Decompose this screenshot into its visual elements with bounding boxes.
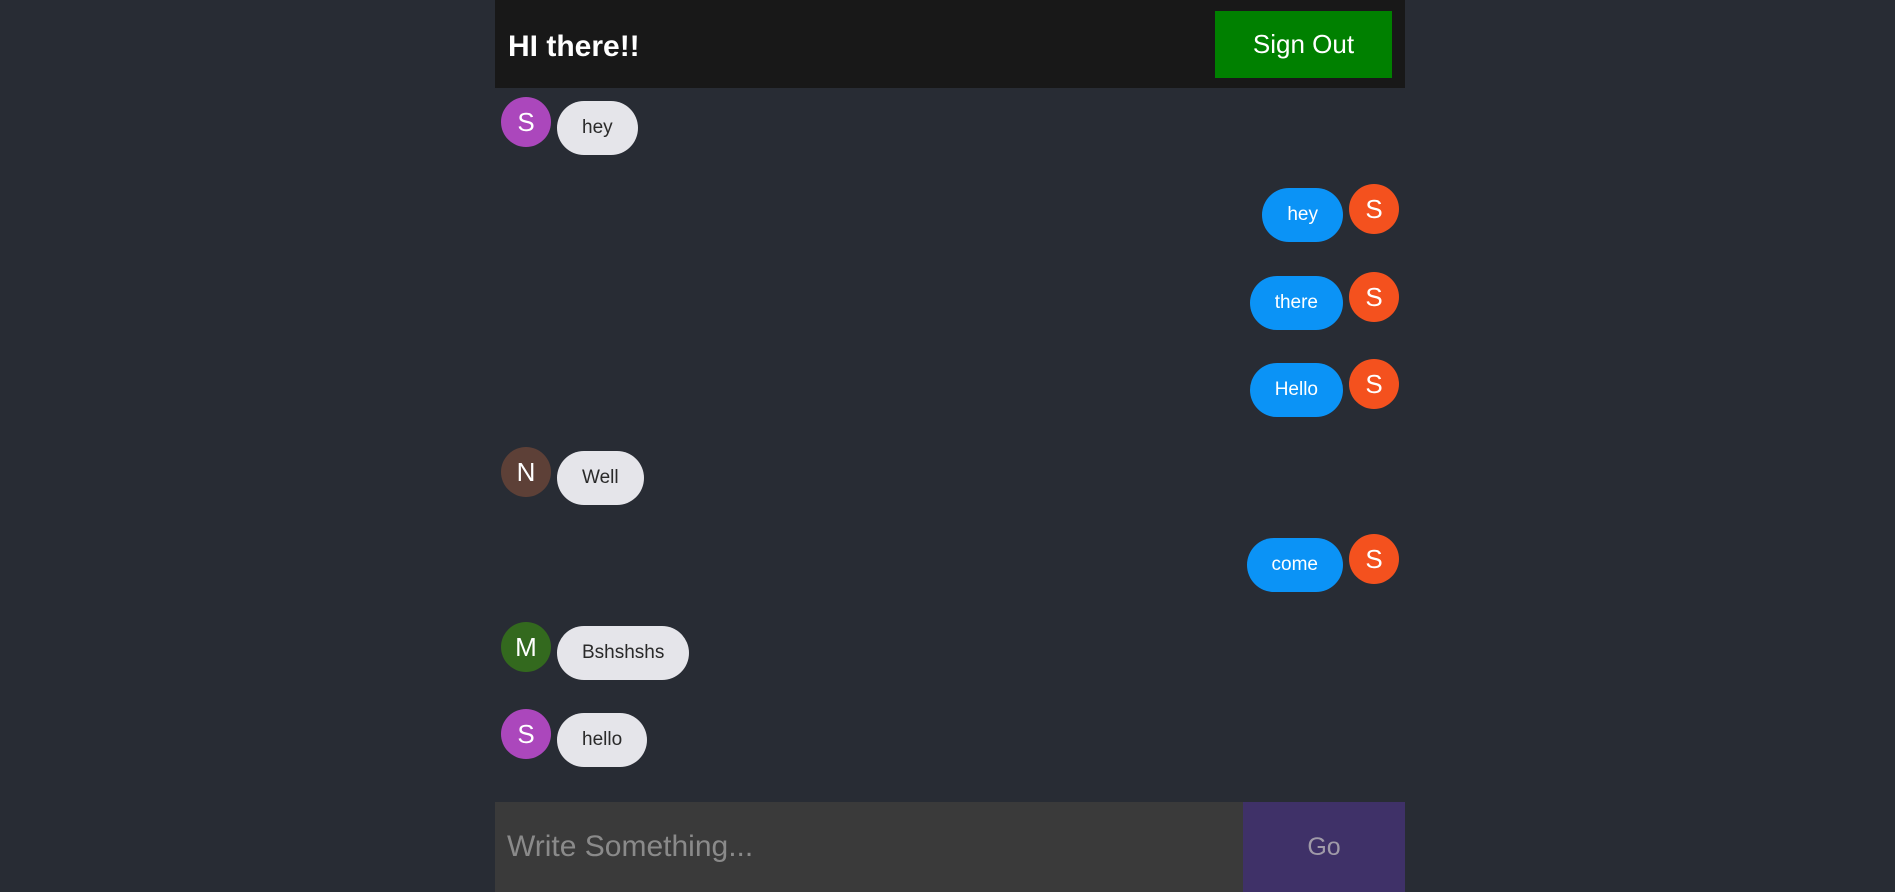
message-bubble: come [1246,538,1343,592]
message-row: S come [495,534,1405,594]
message-row: S Hello [495,359,1405,419]
avatar: S [501,97,551,147]
avatar: N [501,447,551,497]
sign-out-button[interactable]: Sign Out [1215,11,1392,78]
header: HI there!! Sign Out [495,0,1405,88]
message-bubble: hey [1262,188,1343,242]
avatar: M [501,622,551,672]
message-row: N Well [495,447,1405,507]
message-row: S hey [495,97,1405,157]
message-bubble: Bshshshs [557,626,690,680]
avatar: S [1349,272,1399,322]
message-bubble: there [1249,276,1343,330]
message-row: S hello [495,709,1405,769]
chat-app: HI there!! Sign Out S hey S hey S there … [495,0,1405,892]
message-bubble: Well [557,451,644,505]
avatar: S [1349,534,1399,584]
avatar: S [1349,184,1399,234]
avatar: S [501,709,551,759]
message-composer: Go [495,802,1405,892]
message-bubble: hey [557,101,638,155]
message-bubble: hello [557,713,648,767]
message-row: M Bshshshs [495,622,1405,682]
message-row: S hey [495,184,1405,244]
page-title: HI there!! [508,30,640,63]
message-bubble: Hello [1249,363,1343,417]
send-button[interactable]: Go [1243,802,1405,892]
message-row: S there [495,272,1405,332]
message-input[interactable] [495,802,1243,892]
message-list: S hey S hey S there S Hello N Well S com… [495,88,1405,802]
avatar: S [1349,359,1399,409]
